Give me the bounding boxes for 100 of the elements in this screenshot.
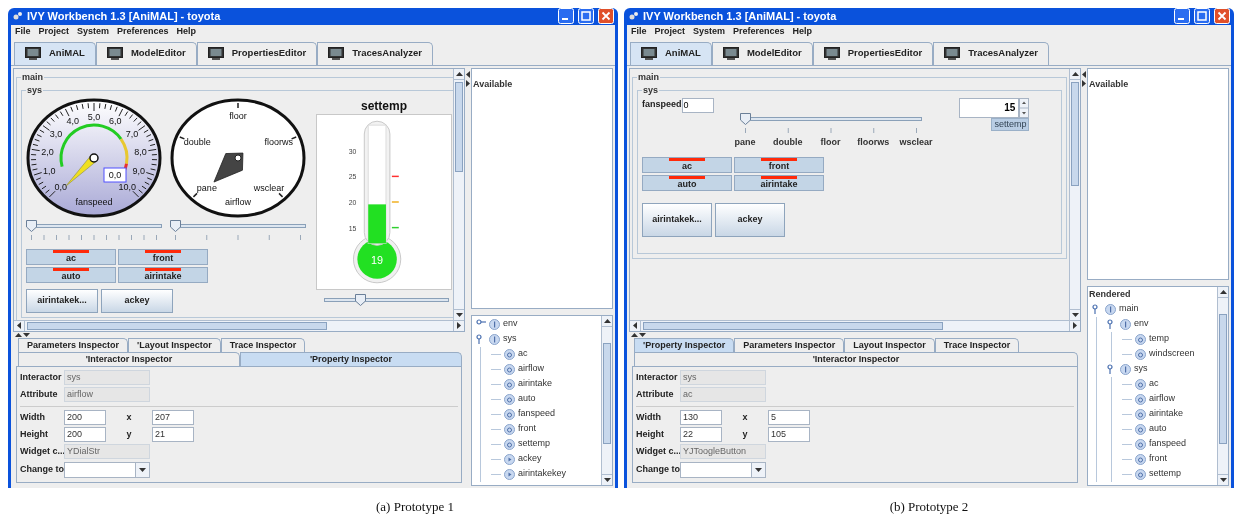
slider-label: pane — [733, 135, 757, 149]
inspector-tab[interactable]: 'Property Inspector — [240, 351, 462, 366]
close-icon[interactable] — [1214, 8, 1230, 25]
tree-item[interactable]: ac — [1149, 377, 1159, 391]
tree-item[interactable]: ackey — [518, 452, 542, 466]
action-button[interactable]: airintakek... — [26, 288, 98, 313]
toggle-button[interactable]: ac — [26, 248, 116, 265]
menu-item[interactable]: Help — [788, 25, 817, 39]
tree-item[interactable]: fanspeed — [518, 407, 556, 421]
horizontal-scrollbar[interactable] — [14, 319, 464, 331]
tree-item[interactable]: settemp — [1149, 467, 1181, 481]
menu-item[interactable]: Project — [34, 25, 74, 39]
text-field[interactable]: 22 — [680, 427, 722, 442]
minimize-icon[interactable] — [558, 8, 574, 25]
menu-item[interactable]: Preferences — [113, 25, 173, 39]
tree-item[interactable]: env — [1134, 317, 1149, 331]
tree-item[interactable]: windscreen — [1149, 347, 1195, 361]
inspector-tab[interactable]: 'Property Inspector — [634, 337, 735, 352]
slider[interactable] — [26, 219, 162, 232]
text-field[interactable]: 200 — [64, 427, 106, 442]
dropdown[interactable] — [64, 461, 150, 478]
text-field[interactable]: 105 — [768, 427, 810, 442]
attribute-icon — [504, 393, 515, 405]
close-icon[interactable] — [598, 8, 614, 25]
slider[interactable] — [739, 112, 922, 125]
window-title: IVY Workbench 1.3 [AniMAL] - toyota — [27, 9, 222, 24]
menu-item[interactable]: System — [73, 25, 114, 39]
tree-item[interactable]: auto — [1149, 422, 1167, 436]
toggle-button[interactable]: auto — [26, 266, 116, 283]
tree-item[interactable]: temp — [1149, 332, 1169, 346]
tree-item[interactable]: sys — [1134, 362, 1148, 376]
tree-item[interactable]: auto — [518, 392, 536, 406]
text-field[interactable]: 5 — [768, 410, 810, 425]
tree-item[interactable]: ac — [518, 347, 528, 361]
inspector-tab[interactable]: Layout Inspector — [844, 337, 935, 352]
inspector-tab[interactable]: Trace Inspector — [934, 337, 1020, 352]
menu-item[interactable]: Project — [650, 25, 690, 39]
tree-item[interactable]: front — [1149, 452, 1167, 466]
app-tab[interactable]: AniMAL — [630, 41, 712, 65]
app-tab[interactable]: ModelEditor — [711, 41, 813, 65]
text-field[interactable]: 0 — [681, 97, 714, 113]
inspector-tab[interactable]: Trace Inspector — [220, 337, 306, 352]
tree-item[interactable]: sys — [503, 332, 517, 346]
app-tab[interactable]: TracesAnalyzer — [933, 41, 1049, 65]
text-field[interactable]: 21 — [152, 427, 194, 442]
number-field[interactable]: 15 — [959, 97, 1020, 118]
toggle-button[interactable]: auto — [642, 175, 732, 191]
text-field[interactable]: 207 — [152, 410, 194, 425]
slider-thumb[interactable] — [170, 219, 181, 232]
action-button[interactable]: airintakek... — [642, 203, 712, 237]
horizontal-scrollbar[interactable] — [630, 319, 1080, 331]
field-label: y — [741, 427, 749, 441]
app-tab[interactable]: ModelEditor — [95, 41, 197, 65]
action-button[interactable]: ackey — [715, 203, 785, 237]
toggle-button[interactable]: front — [118, 248, 208, 265]
tree-item[interactable]: airflow — [518, 362, 544, 376]
app-tab[interactable]: AniMAL — [14, 41, 96, 65]
menu-item[interactable]: System — [689, 25, 730, 39]
tree-item[interactable]: airintakekey — [518, 467, 567, 481]
inspector-tab[interactable]: 'Layout Inspector — [128, 337, 221, 352]
vertical-scrollbar[interactable] — [1069, 68, 1080, 320]
text-field[interactable]: 130 — [680, 410, 722, 425]
slider-thumb[interactable] — [739, 112, 751, 125]
tree-item[interactable]: fanspeed — [1149, 437, 1187, 451]
action-button[interactable]: ackey — [101, 288, 173, 313]
app-tab[interactable]: TracesAnalyzer — [317, 41, 433, 65]
tree-item[interactable]: airintake — [1149, 407, 1184, 421]
slider-thumb[interactable] — [354, 293, 366, 306]
maximize-icon[interactable] — [1194, 8, 1210, 25]
menu-item[interactable]: File — [11, 25, 35, 39]
vertical-scrollbar[interactable] — [601, 315, 612, 485]
tree-item[interactable]: env — [503, 317, 518, 331]
inspector-tab[interactable]: Parameters Inspector — [18, 337, 129, 352]
vertical-scrollbar[interactable] — [1217, 287, 1228, 485]
app-tab[interactable]: PropertiesEditor — [196, 41, 318, 65]
spinner-arrows-icon[interactable] — [1019, 97, 1030, 118]
tree-item[interactable]: settemp — [518, 437, 550, 451]
vertical-scrollbar[interactable] — [453, 68, 464, 320]
inspector-tab[interactable]: Parameters Inspector — [734, 337, 845, 352]
menu-item[interactable]: Preferences — [729, 25, 789, 39]
minimize-icon[interactable] — [1174, 8, 1190, 25]
toggle-button[interactable]: front — [734, 157, 824, 173]
toggle-button[interactable]: ac — [642, 157, 732, 173]
tree-item[interactable]: airflow — [1149, 392, 1175, 406]
dropdown[interactable] — [680, 461, 766, 478]
toggle-button[interactable]: airintake — [118, 266, 208, 283]
tree-item[interactable]: main — [1119, 302, 1139, 316]
toggle-button[interactable]: airintake — [734, 175, 824, 191]
tree-item[interactable]: front — [518, 422, 536, 436]
menu-item[interactable]: File — [627, 25, 651, 39]
menu-item[interactable]: Help — [172, 25, 201, 39]
maximize-icon[interactable] — [578, 8, 594, 25]
text-field[interactable]: 200 — [64, 410, 106, 425]
slider[interactable] — [170, 219, 306, 232]
tree-item[interactable]: airintake — [518, 377, 553, 391]
slider-thumb[interactable] — [26, 219, 37, 232]
group-title: main — [637, 70, 660, 84]
app-tab[interactable]: PropertiesEditor — [812, 41, 934, 65]
attribute-icon — [504, 363, 515, 375]
field-label: Widget c... — [636, 444, 680, 458]
